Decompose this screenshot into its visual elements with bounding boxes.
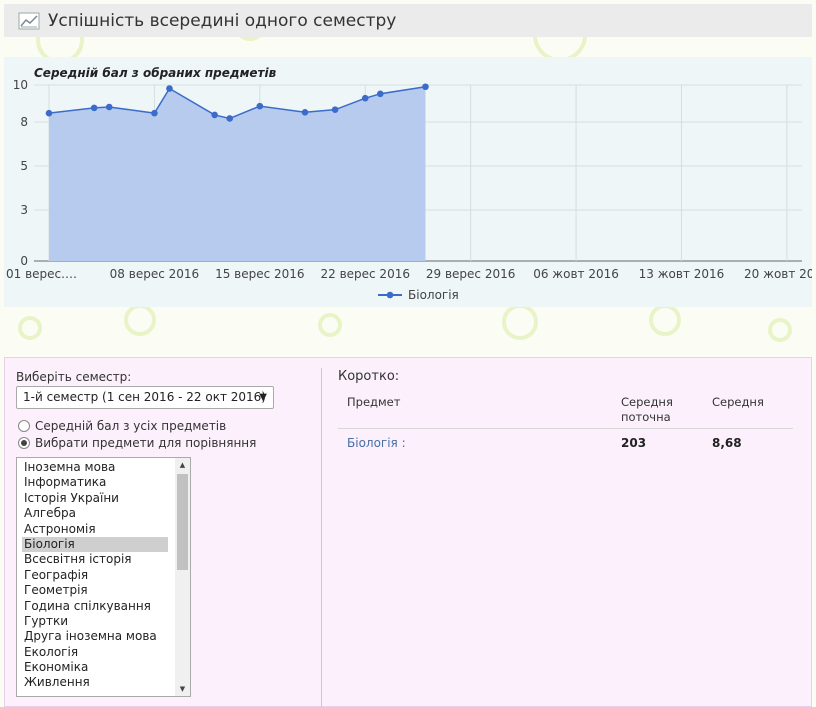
data-point (151, 109, 158, 117)
y-tick-label: 5 (20, 159, 28, 173)
page-header: Успішність всередині одного семестру (4, 4, 812, 37)
semester-select-value: 1-й семестр (1 сен 2016 - 22 окт 2016) (23, 390, 266, 404)
x-tick-label: 08 верес 2016 (110, 267, 200, 281)
semester-select[interactable]: 1-й семестр (1 сен 2016 - 22 окт 2016) ▼ (16, 386, 274, 409)
x-tick-label: 22 верес 2016 (320, 267, 410, 281)
x-tick-label: 20 жовт 2016 (744, 267, 812, 281)
list-item[interactable]: Біологія (22, 536, 168, 553)
chart-icon (18, 12, 40, 29)
summary-title: Коротко: (338, 369, 400, 384)
radio-button-checked[interactable] (18, 437, 30, 449)
row-current: 203 (621, 436, 647, 450)
data-point (376, 90, 384, 98)
y-tick-label: 8 (20, 115, 28, 129)
row-subject[interactable]: Біологія : (347, 436, 406, 450)
chevron-down-icon: ▼ (259, 392, 267, 403)
col-subject-header: Предмет (347, 395, 401, 409)
radio-select-label: Вибрати предмети для порівняння (35, 436, 257, 450)
scrollbar[interactable]: ▲ ▼ (175, 458, 190, 696)
row-avg: 8,68 (712, 436, 742, 450)
scrollbar-thumb[interactable] (177, 474, 188, 570)
x-tick-label: 06 жовт 2016 (533, 267, 619, 281)
data-point (45, 109, 53, 117)
radio-all-subjects[interactable]: Середній бал з усіх предметів (18, 419, 226, 433)
data-point (301, 108, 309, 116)
col-avg-header: Середня (712, 395, 764, 409)
list-item[interactable]: Живлення (22, 675, 168, 690)
list-item[interactable]: Астрономія (22, 522, 168, 537)
scroll-down-icon[interactable]: ▼ (175, 682, 190, 696)
subjects-listbox[interactable]: Іноземна мова Інформатика Історія України А… (16, 457, 191, 697)
col-current-line2: поточна (621, 410, 671, 424)
data-point (90, 104, 98, 112)
chart-title: Середній бал з обраних предметів (34, 66, 277, 80)
data-point (422, 83, 429, 91)
radio-select-subjects[interactable]: Вибрати предмети для порівняння (18, 436, 256, 450)
list-item[interactable]: Друга іноземна мова (22, 629, 168, 644)
x-tick-label: 13 жовт 2016 (639, 267, 725, 281)
list-item[interactable]: Гуртки (22, 614, 168, 629)
data-point (256, 102, 264, 110)
data-point (226, 115, 234, 122)
list-item[interactable]: Історія України (22, 491, 168, 506)
list-item[interactable]: Географія (22, 568, 168, 583)
controls-panel: Виберіть семестр: 1-й семестр (1 сен 201… (4, 357, 812, 707)
list-item[interactable]: Всесвітня історія (22, 552, 168, 567)
data-point (166, 85, 173, 92)
x-tick-label: 01 верес.… (6, 267, 77, 281)
legend-label: Біологія (408, 288, 459, 302)
x-tick-label: 29 верес 2016 (426, 267, 516, 281)
table-separator (338, 428, 793, 429)
semester-label: Виберіть семестр: (16, 370, 132, 384)
list-item[interactable]: Економіка (22, 660, 168, 675)
page-title: Успішність всередині одного семестру (48, 10, 397, 31)
col-current-header: Середня поточна (621, 395, 673, 425)
series-area (49, 86, 426, 261)
x-tick-label: 15 верес 2016 (215, 267, 305, 281)
list-item[interactable]: Алгебра (22, 506, 168, 521)
list-item[interactable]: Інформатика (22, 475, 168, 490)
list-item[interactable]: Екологія (22, 645, 168, 660)
score-chart: Середній бал з обраних предметів 10 8 5 3 001… (6, 66, 812, 302)
legend-marker (386, 291, 394, 299)
col-current-line1: Середня (621, 395, 673, 409)
radio-button[interactable] (18, 420, 30, 432)
chart-panel: Середній бал з обраних предметів 10 8 5 3 0 01… (4, 57, 812, 307)
scroll-up-icon[interactable]: ▲ (175, 458, 190, 472)
data-point (361, 94, 369, 102)
y-tick-label: 10 (13, 78, 28, 92)
data-point (331, 106, 339, 113)
data-point (105, 103, 113, 111)
list-item[interactable]: Іноземна мова (22, 460, 168, 475)
y-tick-label: 0 (20, 254, 28, 268)
data-point (211, 111, 218, 119)
list-item[interactable]: Геометрія (22, 583, 168, 598)
divider (321, 368, 322, 707)
list-item[interactable]: Година спілкування (22, 599, 168, 614)
y-tick-label: 3 (20, 203, 28, 217)
radio-all-label: Середній бал з усіх предметів (35, 419, 227, 433)
